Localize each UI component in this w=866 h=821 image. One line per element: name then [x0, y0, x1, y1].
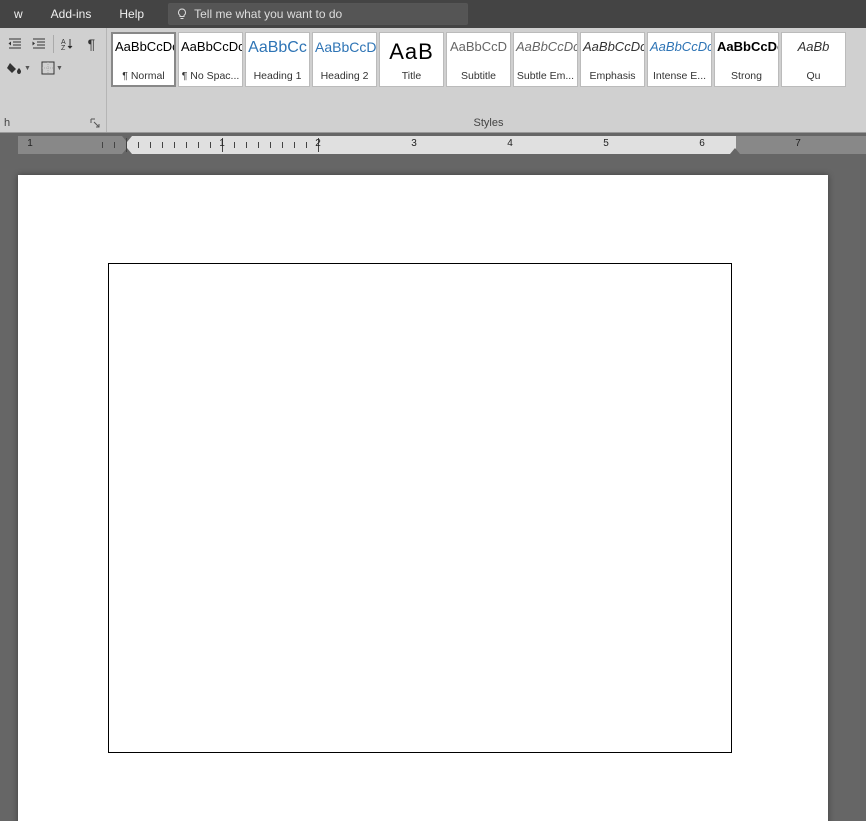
first-line-indent-marker[interactable] [122, 136, 132, 142]
lightbulb-icon [175, 7, 188, 21]
style-name: Heading 2 [313, 70, 376, 84]
style-preview: AaBbCcDc [715, 35, 778, 54]
inserted-rectangle-shape[interactable] [108, 263, 732, 753]
document-page[interactable]: 📋 (Ctrl) ▼ [18, 175, 828, 821]
style-preview: AaBbCcDc [113, 35, 174, 54]
styles-group-label: Styles [474, 117, 504, 129]
increase-indent-button[interactable] [28, 33, 49, 55]
style-card-heading-1[interactable]: AaBbCc Heading 1 [245, 32, 310, 87]
paragraph-group: AZ ¶ ▼ ▼ h [0, 28, 107, 132]
ruler-number: 3 [411, 138, 417, 149]
style-name: Heading 1 [246, 70, 309, 84]
ruler-number: 7 [795, 138, 801, 149]
style-card-heading-2[interactable]: AaBbCcD Heading 2 [312, 32, 377, 87]
document-scroll-area[interactable]: 📋 (Ctrl) ▼ [0, 157, 866, 821]
style-preview: AaBbCcDc [179, 35, 242, 54]
svg-text:Z: Z [61, 45, 66, 52]
style-name: Title [380, 70, 443, 84]
menu-item-view-partial[interactable]: w [0, 0, 37, 28]
horizontal-ruler[interactable]: 1 2 3 4 5 6 7 1 [18, 136, 866, 154]
style-card-qu[interactable]: AaBb Qu [781, 32, 846, 87]
hanging-indent-marker[interactable] [122, 148, 132, 154]
ruler-number: 2 [315, 138, 321, 149]
paragraph-group-label: h [4, 117, 10, 129]
tell-me-search[interactable] [168, 3, 468, 25]
style-card-emphasis[interactable]: AaBbCcDc Emphasis [580, 32, 645, 87]
styles-group: AaBbCcDc¶ NormalAaBbCcDc¶ No Spac...AaBb… [107, 28, 866, 132]
style-preview: AaBbCcDc [648, 35, 711, 54]
style-card-intense-e-[interactable]: AaBbCcDc Intense E... [647, 32, 712, 87]
style-preview: AaBbCcDc [514, 35, 577, 54]
style-card-strong[interactable]: AaBbCcDc Strong [714, 32, 779, 87]
shading-button[interactable]: ▼ [4, 57, 34, 79]
ribbon: AZ ¶ ▼ ▼ h AaBbCcDc ¶ Normal AaBbCcDc ¶ No … [0, 28, 866, 133]
borders-button[interactable]: ▼ [37, 57, 67, 79]
style-card--normal[interactable]: AaBbCcDc ¶ Normal [111, 32, 176, 87]
ruler-number: 5 [603, 138, 609, 149]
style-preview: AaBbCcD [447, 35, 510, 54]
style-card-title[interactable]: AaB Title [379, 32, 444, 87]
style-card-subtitle[interactable]: AaBbCcD Subtitle [446, 32, 511, 87]
style-name: Subtle Em... [514, 70, 577, 84]
style-preview: AaBbCcD [313, 35, 376, 55]
style-name: Subtitle [447, 70, 510, 84]
show-paragraph-marks-button[interactable]: ¶ [81, 33, 102, 55]
menu-item-help[interactable]: Help [105, 0, 158, 28]
right-indent-marker[interactable] [730, 148, 740, 154]
menu-item-addins[interactable]: Add-ins [37, 0, 106, 28]
menu-bar: w Add-ins Help [0, 0, 866, 28]
ruler-number: 1 [219, 138, 225, 149]
style-preview: AaBbCc [246, 35, 309, 57]
style-name: ¶ No Spac... [179, 70, 242, 84]
style-preview: AaB [380, 35, 443, 65]
ruler-number: 1 [27, 138, 33, 149]
style-name: ¶ Normal [113, 70, 174, 84]
style-name: Strong [715, 70, 778, 84]
style-name: Emphasis [581, 70, 644, 84]
style-name: Qu [782, 70, 845, 84]
sort-button[interactable]: AZ [57, 33, 78, 55]
style-card--no-spac-[interactable]: AaBbCcDc ¶ No Spac... [178, 32, 243, 87]
ruler-area: 1 2 3 4 5 6 7 1 [0, 133, 866, 157]
decrease-indent-button[interactable] [4, 33, 25, 55]
style-card-subtle-em-[interactable]: AaBbCcDc Subtle Em... [513, 32, 578, 87]
paragraph-dialog-launcher[interactable] [88, 116, 102, 130]
style-name: Intense E... [648, 70, 711, 84]
styles-gallery[interactable]: AaBbCcDc¶ NormalAaBbCcDc¶ No Spac...AaBb… [111, 32, 866, 87]
ruler-number: 6 [699, 138, 705, 149]
tell-me-input[interactable] [194, 7, 461, 21]
style-preview: AaBb [782, 35, 845, 54]
style-preview: AaBbCcDc [581, 35, 644, 54]
ruler-number: 4 [507, 138, 513, 149]
